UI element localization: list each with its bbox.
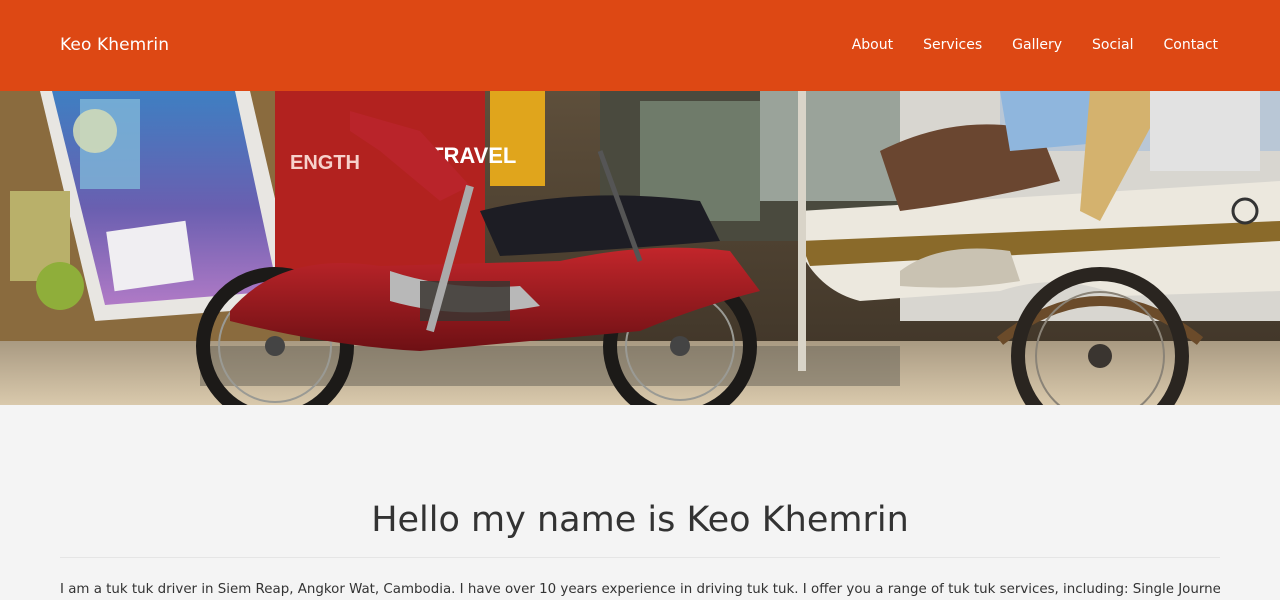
hero-photo: TRAVEL ENGTH: [0, 91, 1280, 405]
nav-contact-link[interactable]: Contact: [1164, 35, 1218, 55]
nav-about-link[interactable]: About: [852, 35, 893, 55]
intro-paragraph: I am a tuk tuk driver in Siem Reap, Angk…: [60, 582, 1220, 597]
about-section: Hello my name is Keo Khemrin I am a tuk …: [0, 405, 1280, 600]
page-title: Hello my name is Keo Khemrin: [371, 500, 909, 540]
top-navbar: Keo Khemrin About Services Gallery Socia…: [0, 0, 1280, 91]
divider: [60, 557, 1220, 558]
brand-link[interactable]: Keo Khemrin: [60, 34, 169, 56]
hero-illustration: TRAVEL ENGTH: [0, 91, 1280, 405]
sign-text-2: ENGTH: [290, 152, 360, 174]
nav-services-link[interactable]: Services: [923, 35, 982, 55]
nav-gallery-link[interactable]: Gallery: [1012, 35, 1062, 55]
main-nav: About Services Gallery Social Contact: [852, 35, 1218, 55]
nav-social-link[interactable]: Social: [1092, 35, 1134, 55]
